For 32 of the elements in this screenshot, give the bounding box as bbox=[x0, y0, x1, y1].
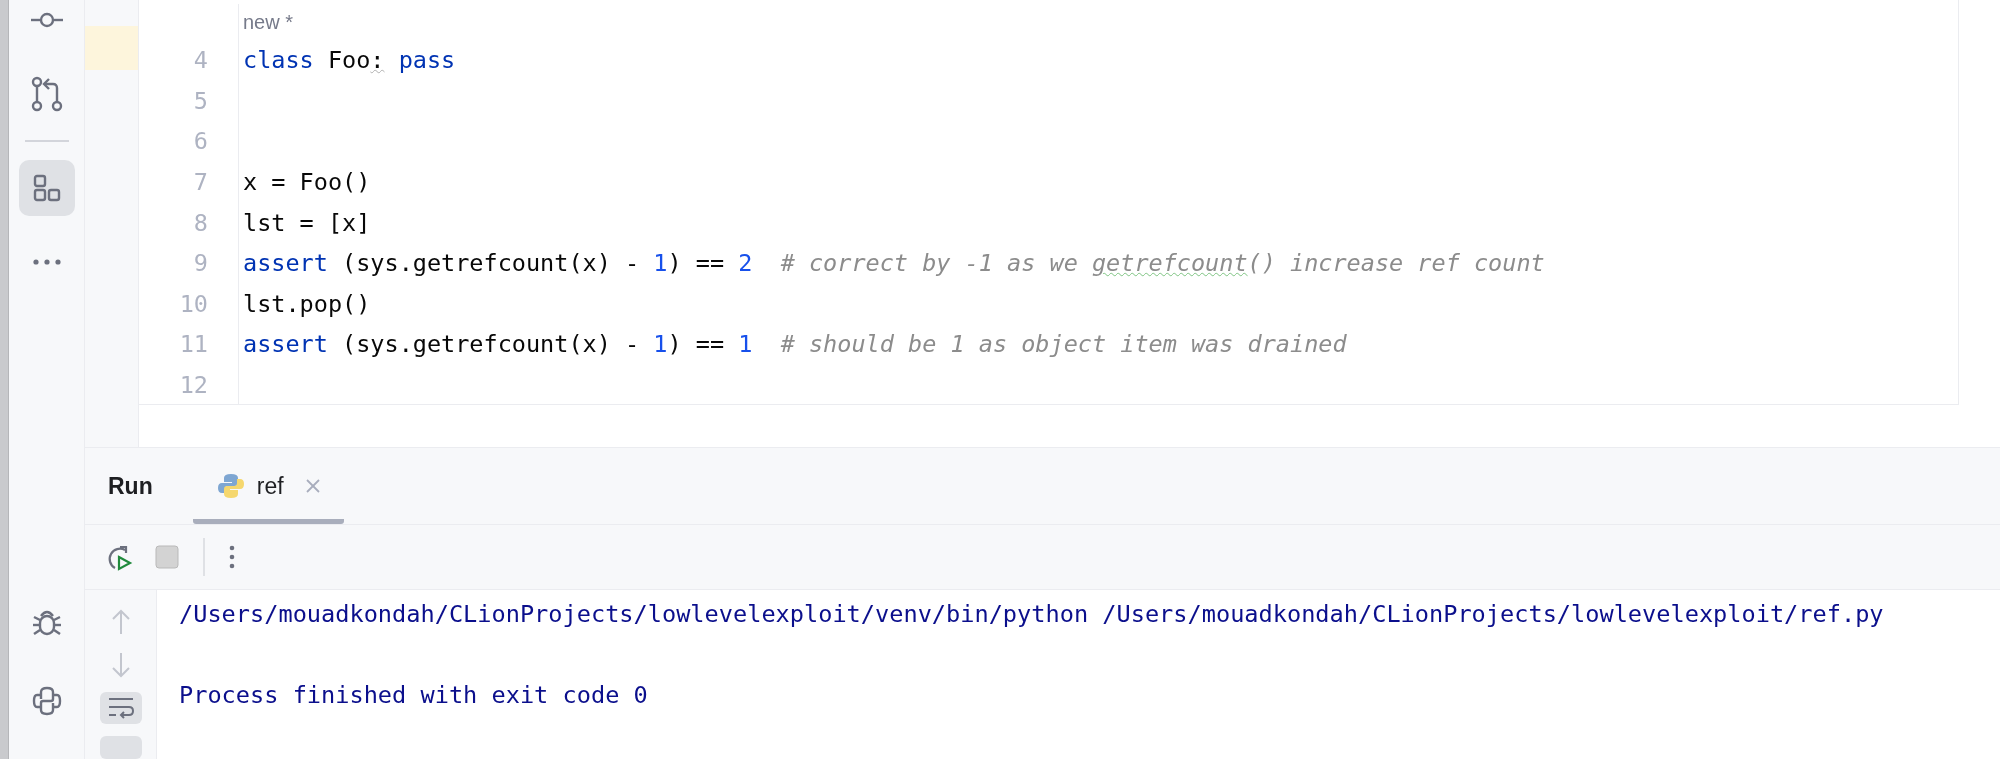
down-arrow-icon bbox=[110, 651, 131, 678]
code-line: assert (sys.getrefcount(x) - 1) == 1 # should be 1 as object item was drained bbox=[243, 330, 1347, 359]
line-number: 5 bbox=[139, 80, 239, 122]
tool-window-button[interactable] bbox=[18, 160, 75, 216]
more-icon bbox=[31, 258, 62, 266]
code-line: assert (sys.getrefcount(x) - 1) == 2 # correct by -1 as we getrefcount() increase ref count bbox=[243, 249, 1545, 278]
inlay-hint: new * bbox=[243, 10, 294, 34]
panel-title: Run bbox=[108, 472, 153, 500]
soft-wrap-icon bbox=[106, 696, 135, 720]
python-icon bbox=[30, 685, 63, 717]
stop-icon bbox=[155, 545, 179, 569]
structure-icon bbox=[31, 173, 62, 203]
line-number: 9 bbox=[139, 242, 239, 284]
line-number: 8 bbox=[139, 202, 239, 243]
kebab-menu-icon bbox=[229, 545, 235, 569]
code-line: lst.pop() bbox=[243, 289, 371, 318]
console-output: Process finished with exit code 0 bbox=[179, 681, 648, 710]
console-output: /Users/mouadkondah/CLionProjects/lowlevelexploit/venv/bin/python /Users/mouadkondah/CLionProjects/lowlevelexploit/ref.py bbox=[179, 600, 1884, 629]
line-number: 11 bbox=[139, 324, 239, 365]
pull-request-icon bbox=[30, 76, 63, 112]
python-logo-icon bbox=[216, 472, 245, 500]
line-number: 12 bbox=[139, 364, 239, 406]
line-number: 4 bbox=[139, 40, 239, 81]
change-marker bbox=[85, 26, 138, 70]
code-line: class Foo: pass bbox=[243, 46, 456, 75]
line-number: 6 bbox=[139, 121, 239, 162]
up-arrow-icon bbox=[110, 608, 131, 635]
line-number: 7 bbox=[139, 161, 239, 203]
soft-wrap-button[interactable] bbox=[99, 692, 142, 724]
line-number: 10 bbox=[139, 283, 239, 325]
code-line: x = Foo() bbox=[243, 168, 371, 197]
code-line: lst = [x] bbox=[243, 208, 371, 237]
